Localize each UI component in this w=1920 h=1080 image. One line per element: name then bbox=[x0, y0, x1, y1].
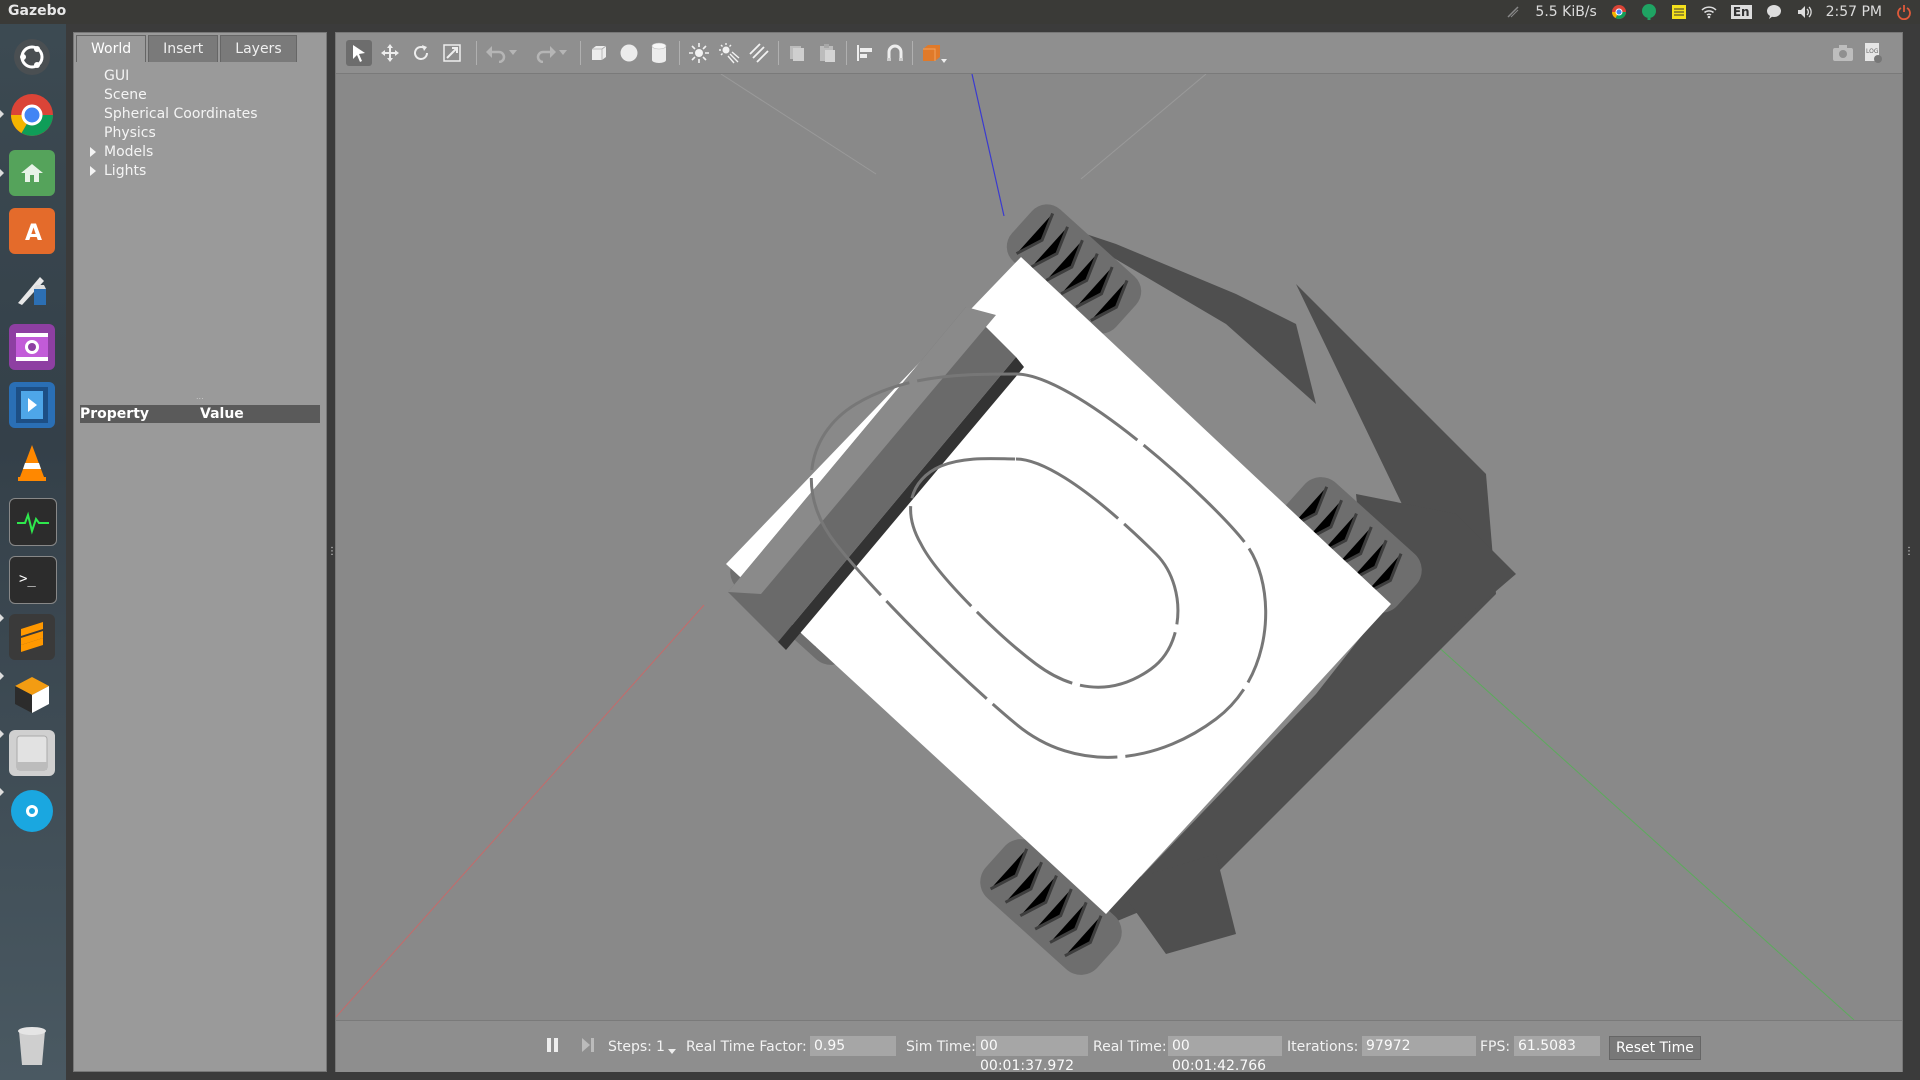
panel-tabs: World Insert Layers bbox=[76, 35, 297, 62]
redo-dropdown-icon[interactable] bbox=[556, 40, 570, 66]
scene-canvas bbox=[336, 74, 1855, 1020]
rtf-value: 0.95 bbox=[810, 1036, 896, 1056]
sim-time-label: Sim Time: bbox=[906, 1039, 976, 1055]
cylinder-shape-icon[interactable] bbox=[646, 40, 672, 66]
value-column-header[interactable]: Value bbox=[200, 405, 244, 423]
scale-icon[interactable] bbox=[439, 40, 465, 66]
svg-text:LOG: LOG bbox=[1866, 48, 1879, 55]
wireless-icon[interactable] bbox=[1505, 4, 1521, 20]
drive-icon[interactable] bbox=[9, 730, 55, 776]
splitter-handle[interactable]: ... bbox=[196, 393, 204, 401]
notification-icon[interactable] bbox=[1641, 4, 1657, 20]
keyboard-icon[interactable]: En bbox=[1730, 5, 1752, 19]
sim-time-value: 00 00:01:37.972 bbox=[976, 1036, 1088, 1074]
expand-arrow-icon[interactable] bbox=[90, 166, 96, 176]
steps-value[interactable]: 1 bbox=[656, 1037, 665, 1057]
wifi-icon[interactable] bbox=[1701, 4, 1717, 20]
tree-item-scene[interactable]: Scene bbox=[74, 86, 326, 105]
property-column-header[interactable]: Property bbox=[80, 405, 200, 423]
terminal-icon[interactable]: >_ bbox=[9, 556, 57, 604]
x-axis-line bbox=[336, 604, 705, 1018]
tab-world[interactable]: World bbox=[76, 35, 147, 62]
video-player-icon[interactable] bbox=[9, 382, 55, 428]
status-bar: Steps: 1 Real Time Factor: 0.95 Sim Time… bbox=[336, 1020, 1902, 1074]
z-axis-line bbox=[971, 74, 1005, 217]
sublime-text-icon[interactable] bbox=[9, 614, 55, 660]
grid-line bbox=[1080, 74, 1207, 180]
spot-light-icon[interactable] bbox=[716, 40, 742, 66]
box-shape-icon[interactable] bbox=[586, 40, 612, 66]
system-monitor-icon[interactable] bbox=[9, 498, 57, 546]
tree-item-models[interactable]: Models bbox=[74, 143, 326, 162]
right-panel-splitter[interactable]: ⋮ bbox=[1904, 546, 1914, 557]
iterations-label: Iterations: bbox=[1287, 1039, 1359, 1055]
tree-item-lights[interactable]: Lights bbox=[74, 162, 326, 181]
disc-icon[interactable] bbox=[9, 788, 55, 834]
undo-dropdown-icon[interactable] bbox=[506, 40, 520, 66]
editor-icon[interactable] bbox=[9, 266, 55, 312]
trash-icon[interactable] bbox=[9, 1022, 55, 1068]
vlc-icon[interactable] bbox=[9, 440, 55, 486]
render-viewport: LOG Steps: 1 Real Time Factor: 0.95 Sim … bbox=[335, 32, 1903, 1074]
tree-item-spherical-coordinates[interactable]: Spherical Coordinates bbox=[74, 105, 326, 124]
fps-label: FPS: bbox=[1480, 1039, 1511, 1055]
log-icon[interactable]: LOG bbox=[1860, 40, 1886, 66]
select-arrow-icon[interactable] bbox=[346, 40, 372, 66]
iterations-value: 97972 bbox=[1362, 1036, 1476, 1056]
world-tree: GUI Scene Spherical Coordinates Physics … bbox=[74, 67, 326, 181]
launcher-sidebar: A >_ bbox=[0, 24, 66, 1080]
tree-item-physics[interactable]: Physics bbox=[74, 124, 326, 143]
messaging-icon[interactable] bbox=[1766, 4, 1782, 20]
steps-dropdown-icon[interactable] bbox=[668, 1041, 676, 1061]
tab-insert[interactable]: Insert bbox=[148, 35, 219, 62]
tree-item-gui[interactable]: GUI bbox=[74, 67, 326, 86]
left-panel-splitter[interactable]: ⋮ bbox=[327, 546, 337, 557]
sphere-shape-icon[interactable] bbox=[616, 40, 642, 66]
copy-icon[interactable] bbox=[784, 40, 810, 66]
screenshot-icon[interactable] bbox=[1830, 40, 1856, 66]
rotate-icon[interactable] bbox=[408, 40, 434, 66]
clock[interactable]: 2:57 PM bbox=[1826, 4, 1882, 20]
top-menu-bar: Gazebo 5.5 KiB/s En 2:57 PM bbox=[0, 0, 1920, 24]
power-icon[interactable] bbox=[1896, 4, 1912, 20]
step-icon[interactable] bbox=[581, 1037, 595, 1057]
software-center-icon[interactable]: A bbox=[9, 208, 55, 254]
property-table-header: Property Value bbox=[80, 405, 320, 423]
system-tray: 5.5 KiB/s En 2:57 PM bbox=[1505, 0, 1912, 24]
directional-light-icon[interactable] bbox=[746, 40, 772, 66]
chrome-tray-icon[interactable] bbox=[1611, 4, 1627, 20]
toolbar: LOG bbox=[336, 33, 1902, 74]
view-angle-icon[interactable] bbox=[918, 40, 950, 66]
sticky-notes-icon[interactable] bbox=[1671, 4, 1687, 20]
tab-layers[interactable]: Layers bbox=[220, 35, 297, 62]
expand-arrow-icon[interactable] bbox=[90, 147, 96, 157]
y-axis-line bbox=[1375, 590, 1855, 1020]
rtf-label: Real Time Factor: bbox=[686, 1039, 807, 1055]
svg-text:>_: >_ bbox=[19, 571, 36, 587]
screen-recorder-icon[interactable] bbox=[9, 324, 55, 370]
ubuntu-dash-icon[interactable] bbox=[9, 34, 55, 80]
reset-time-button[interactable]: Reset Time bbox=[1609, 1036, 1701, 1060]
files-icon[interactable] bbox=[9, 150, 55, 196]
fps-value: 61.5083 bbox=[1514, 1036, 1600, 1056]
translate-icon[interactable] bbox=[377, 40, 403, 66]
gazebo-icon[interactable] bbox=[9, 672, 55, 718]
pause-icon[interactable] bbox=[546, 1037, 560, 1057]
network-speed: 5.5 KiB/s bbox=[1535, 4, 1597, 20]
app-title: Gazebo bbox=[8, 3, 67, 19]
chrome-icon[interactable] bbox=[9, 92, 55, 138]
steps-label: Steps: bbox=[608, 1039, 652, 1055]
snap-icon[interactable] bbox=[882, 40, 908, 66]
grid-line bbox=[720, 74, 877, 175]
real-time-label: Real Time: bbox=[1093, 1039, 1167, 1055]
point-light-icon[interactable] bbox=[686, 40, 712, 66]
volume-icon[interactable] bbox=[1796, 4, 1812, 20]
real-time-value: 00 00:01:42.766 bbox=[1168, 1036, 1282, 1074]
3d-scene-view[interactable] bbox=[336, 74, 1902, 1020]
world-panel: World Insert Layers GUI Scene Spherical … bbox=[73, 32, 327, 1072]
paste-icon[interactable] bbox=[814, 40, 840, 66]
align-icon[interactable] bbox=[852, 40, 878, 66]
svg-text:A: A bbox=[25, 221, 42, 246]
